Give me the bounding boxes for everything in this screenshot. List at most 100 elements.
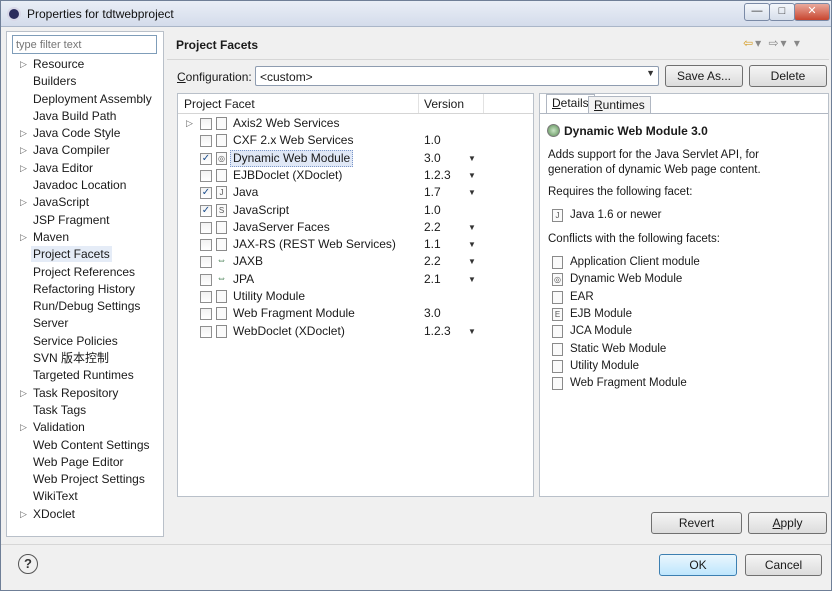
table-row[interactable]: JavaServer Faces 2.2 ▼ bbox=[178, 219, 533, 236]
facet-checkbox[interactable]: ✓ bbox=[200, 187, 212, 200]
sidebar-item[interactable]: Deployment Assembly bbox=[7, 91, 163, 108]
expand-arrow-icon[interactable]: ▷ bbox=[20, 506, 27, 523]
table-row[interactable]: ▷ Axis2 Web Services bbox=[178, 115, 533, 132]
maximize-button[interactable]: □ bbox=[769, 3, 795, 21]
apply-button[interactable]: Apply bbox=[748, 512, 827, 534]
sidebar-item[interactable]: Project Facets bbox=[7, 246, 163, 263]
expand-arrow-icon[interactable]: ▷ bbox=[20, 419, 27, 436]
sidebar-item[interactable]: Web Page Editor bbox=[7, 454, 163, 471]
table-row[interactable]: CXF 2.x Web Services 1.0 bbox=[178, 132, 533, 149]
cancel-button[interactable]: Cancel bbox=[745, 554, 822, 576]
configuration-select[interactable]: <custom> ▼ bbox=[255, 66, 659, 86]
sidebar-item[interactable]: ▷ XDoclet bbox=[7, 506, 163, 523]
facet-version[interactable]: 3.0 bbox=[424, 305, 441, 322]
table-row[interactable]: EJBDoclet (XDoclet) 1.2.3 ▼ bbox=[178, 167, 533, 184]
facet-version[interactable]: 2.2 bbox=[424, 219, 441, 236]
facet-checkbox[interactable] bbox=[200, 256, 212, 269]
back-arrow-icon[interactable]: ⇦ bbox=[743, 36, 755, 50]
facet-version[interactable]: 1.1 bbox=[424, 236, 441, 253]
sidebar-item[interactable]: Run/Debug Settings bbox=[7, 298, 163, 315]
help-icon[interactable]: ? bbox=[18, 554, 38, 574]
facet-version[interactable]: 3.0 bbox=[424, 150, 441, 167]
filter-input[interactable] bbox=[12, 35, 157, 54]
facet-checkbox[interactable] bbox=[200, 221, 212, 234]
sidebar-item[interactable]: Javadoc Location bbox=[7, 177, 163, 194]
table-row[interactable]: Web Fragment Module 3.0 bbox=[178, 305, 533, 322]
expand-arrow-icon[interactable]: ▷ bbox=[20, 229, 27, 246]
sidebar-item[interactable]: ▷ Java Code Style bbox=[7, 125, 163, 142]
facet-checkbox[interactable] bbox=[200, 273, 212, 286]
sidebar-item[interactable]: Builders bbox=[7, 73, 163, 90]
table-row[interactable]: JAX-RS (REST Web Services) 1.1 ▼ bbox=[178, 236, 533, 253]
sidebar-item[interactable]: ▷ Validation bbox=[7, 419, 163, 436]
facet-checkbox[interactable] bbox=[200, 118, 212, 130]
sidebar-item[interactable]: Task Tags bbox=[7, 402, 163, 419]
column-header-version[interactable]: Version bbox=[424, 97, 464, 111]
sidebar-item[interactable]: WikiText bbox=[7, 488, 163, 505]
sidebar-item[interactable]: ▷ Task Repository bbox=[7, 385, 163, 402]
chevron-down-icon[interactable]: ▼ bbox=[468, 167, 476, 184]
sidebar-item[interactable]: Refactoring History bbox=[7, 281, 163, 298]
table-row[interactable]: ✓ S JavaScript 1.0 bbox=[178, 202, 533, 219]
column-header-facet[interactable]: Project Facet bbox=[184, 97, 255, 111]
tab-runtimes[interactable]: Runtimes bbox=[588, 96, 651, 114]
expand-arrow-icon[interactable]: ▷ bbox=[20, 125, 27, 142]
facet-version[interactable]: 1.2.3 bbox=[424, 323, 451, 340]
facet-version[interactable]: 2.2 bbox=[424, 253, 441, 270]
facet-checkbox[interactable] bbox=[200, 308, 212, 321]
sidebar-item[interactable]: ▷ Resource bbox=[7, 56, 163, 73]
facet-version[interactable]: 1.0 bbox=[424, 202, 441, 219]
delete-button[interactable]: Delete bbox=[749, 65, 827, 87]
sidebar-item[interactable]: ▷ Java Editor bbox=[7, 160, 163, 177]
chevron-down-icon[interactable]: ▼ bbox=[468, 219, 476, 236]
sidebar-item[interactable]: SVN 版本控制 bbox=[7, 350, 163, 367]
sidebar-item[interactable]: ▷ Maven bbox=[7, 229, 163, 246]
table-row[interactable]: ✓ J Java 1.7 ▼ bbox=[178, 184, 533, 201]
table-row[interactable]: ⇔ JPA 2.1 ▼ bbox=[178, 271, 533, 288]
forward-arrow-icon[interactable]: ⇨ bbox=[768, 36, 780, 50]
table-row[interactable]: Utility Module bbox=[178, 288, 533, 305]
facet-version[interactable]: 2.1 bbox=[424, 271, 441, 288]
sidebar-item[interactable]: Web Project Settings bbox=[7, 471, 163, 488]
chevron-down-icon[interactable]: ▼ bbox=[468, 323, 476, 340]
chevron-down-icon[interactable]: ▼ bbox=[468, 184, 476, 201]
table-row[interactable]: ✓ ◎ Dynamic Web Module 3.0 ▼ bbox=[178, 149, 533, 167]
ok-button[interactable]: OK bbox=[659, 554, 737, 576]
back-menu-icon[interactable]: ▾ bbox=[755, 36, 763, 50]
expand-arrow-icon[interactable]: ▷ bbox=[20, 194, 27, 211]
sidebar-item[interactable]: Project References bbox=[7, 264, 163, 281]
forward-menu-icon[interactable]: ▾ bbox=[781, 36, 789, 50]
view-menu-icon[interactable]: ▾ bbox=[794, 36, 802, 50]
facet-checkbox[interactable] bbox=[200, 169, 212, 182]
expand-arrow-icon[interactable]: ▷ bbox=[20, 385, 27, 402]
facet-checkbox[interactable] bbox=[200, 291, 212, 303]
minimize-button[interactable]: — bbox=[744, 3, 770, 21]
save-as-button[interactable]: Save As... bbox=[665, 65, 743, 87]
expand-arrow-icon[interactable]: ▷ bbox=[186, 115, 193, 132]
chevron-down-icon[interactable]: ▼ bbox=[468, 236, 476, 253]
facet-checkbox[interactable]: ✓ bbox=[200, 204, 212, 217]
facet-checkbox[interactable] bbox=[200, 239, 212, 252]
chevron-down-icon[interactable]: ▼ bbox=[468, 253, 476, 270]
sidebar-item[interactable]: Server bbox=[7, 315, 163, 332]
chevron-down-icon[interactable]: ▼ bbox=[468, 271, 476, 288]
table-row[interactable]: WebDoclet (XDoclet) 1.2.3 ▼ bbox=[178, 323, 533, 340]
sidebar-item[interactable]: Service Policies bbox=[7, 333, 163, 350]
sidebar-item[interactable]: JSP Fragment bbox=[7, 212, 163, 229]
facet-checkbox[interactable]: ✓ bbox=[200, 152, 212, 165]
close-button[interactable]: ✕ bbox=[794, 3, 830, 21]
sidebar-item[interactable]: Web Content Settings bbox=[7, 437, 163, 454]
sidebar-item[interactable]: ▷ JavaScript bbox=[7, 194, 163, 211]
sidebar-item[interactable]: ▷ Java Compiler bbox=[7, 142, 163, 159]
sidebar-item[interactable]: Java Build Path bbox=[7, 108, 163, 125]
expand-arrow-icon[interactable]: ▷ bbox=[20, 160, 27, 177]
facet-version[interactable]: 1.0 bbox=[424, 132, 441, 149]
facet-checkbox[interactable] bbox=[200, 325, 212, 338]
table-row[interactable]: ⇔ JAXB 2.2 ▼ bbox=[178, 253, 533, 270]
facet-version[interactable]: 1.7 bbox=[424, 184, 441, 201]
sidebar-item[interactable]: Targeted Runtimes bbox=[7, 367, 163, 384]
revert-button[interactable]: Revert bbox=[651, 512, 742, 534]
facet-checkbox[interactable] bbox=[200, 135, 212, 148]
facet-version[interactable]: 1.2.3 bbox=[424, 167, 451, 184]
expand-arrow-icon[interactable]: ▷ bbox=[20, 142, 27, 159]
